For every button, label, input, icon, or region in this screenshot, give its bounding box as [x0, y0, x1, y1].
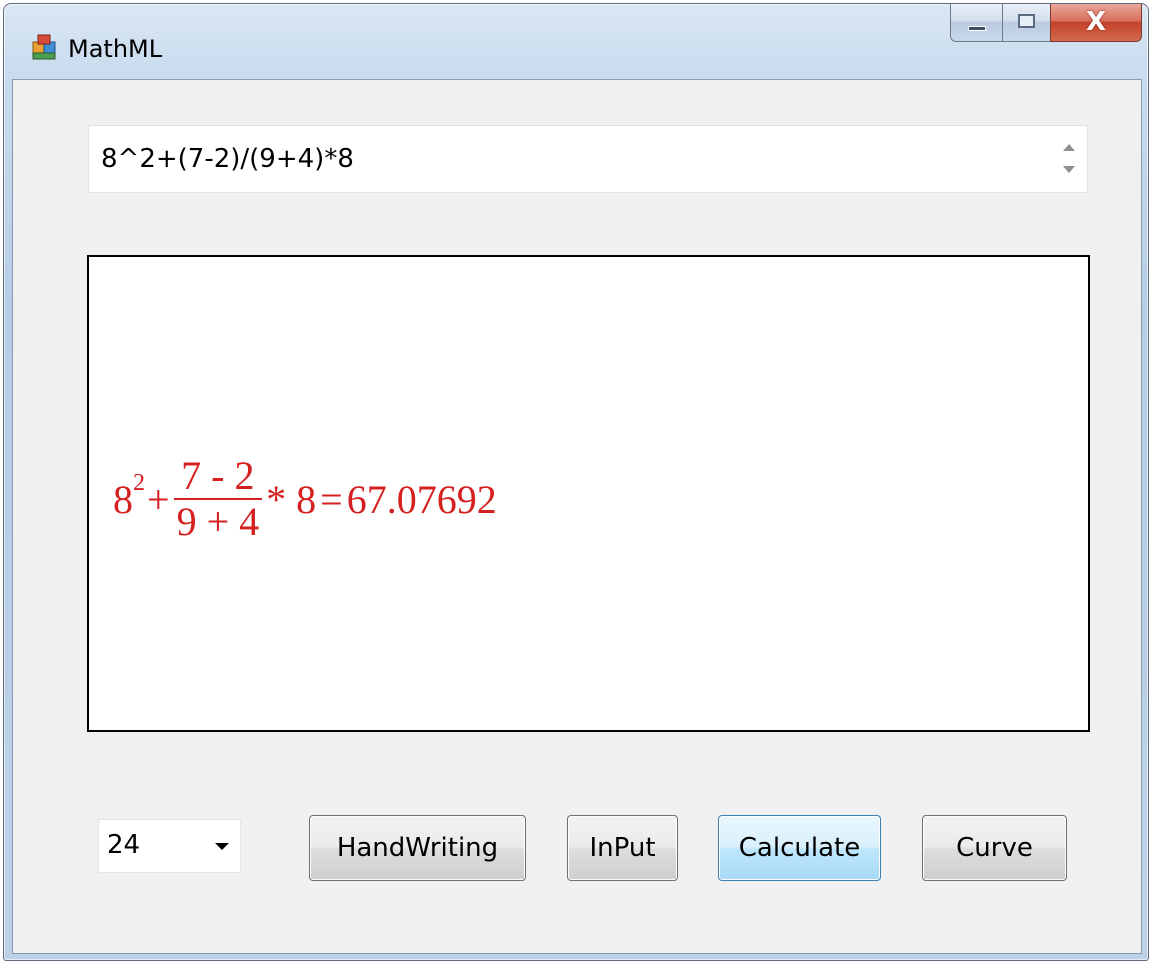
app-icon: [32, 34, 56, 60]
calculate-button[interactable]: Calculate: [718, 815, 881, 881]
caption-buttons: X: [950, 4, 1142, 42]
curve-button[interactable]: Curve: [922, 815, 1067, 881]
maximize-button[interactable]: [1002, 4, 1050, 42]
expression-text[interactable]: 8^2+(7-2)/(9+4)*8: [101, 144, 354, 174]
formula-exponent: 2: [133, 469, 145, 496]
rendered-formula: 8 2 + 7 - 2 9 + 4 * 8 = 67.07692: [113, 444, 499, 554]
app-window: MathML X 8^2+(7-2)/(9+4)*8 8 2 + 7 - 2 9…: [3, 3, 1149, 961]
formula-plus: +: [147, 476, 170, 522]
formula-times: * 8: [266, 476, 317, 522]
font-size-select[interactable]: 24: [98, 819, 241, 873]
minimize-button[interactable]: [950, 4, 1002, 42]
spin-up-icon[interactable]: [1063, 144, 1075, 151]
chevron-down-icon[interactable]: [215, 843, 229, 850]
expression-input[interactable]: 8^2+(7-2)/(9+4)*8: [88, 125, 1088, 193]
formula-fraction: 7 - 2 9 + 4: [173, 453, 263, 544]
formula-display: 8 2 + 7 - 2 9 + 4 * 8 = 67.07692: [87, 255, 1090, 732]
font-size-value: 24: [107, 830, 141, 860]
close-icon: X: [1085, 7, 1107, 37]
formula-equals: =: [320, 476, 343, 522]
spin-down-icon[interactable]: [1063, 166, 1075, 173]
controls-row: 24 HandWriting InPut Calculate Curve: [13, 815, 1141, 885]
fraction-denominator: 9 + 4: [176, 499, 260, 544]
input-button[interactable]: InPut: [567, 815, 678, 881]
maximize-icon: [1018, 14, 1035, 28]
title-bar[interactable]: MathML X: [4, 4, 1148, 79]
handwriting-button[interactable]: HandWriting: [309, 815, 526, 881]
client-area: 8^2+(7-2)/(9+4)*8 8 2 + 7 - 2 9 + 4 * 8 …: [12, 79, 1142, 954]
window-title: MathML: [68, 35, 163, 63]
spin-buttons[interactable]: [1057, 134, 1081, 184]
formula-result: 67.07692: [346, 476, 497, 522]
minimize-icon: [968, 26, 986, 31]
fraction-numerator: 7 - 2: [181, 453, 255, 498]
close-button[interactable]: X: [1050, 4, 1142, 42]
formula-base: 8: [113, 476, 133, 522]
